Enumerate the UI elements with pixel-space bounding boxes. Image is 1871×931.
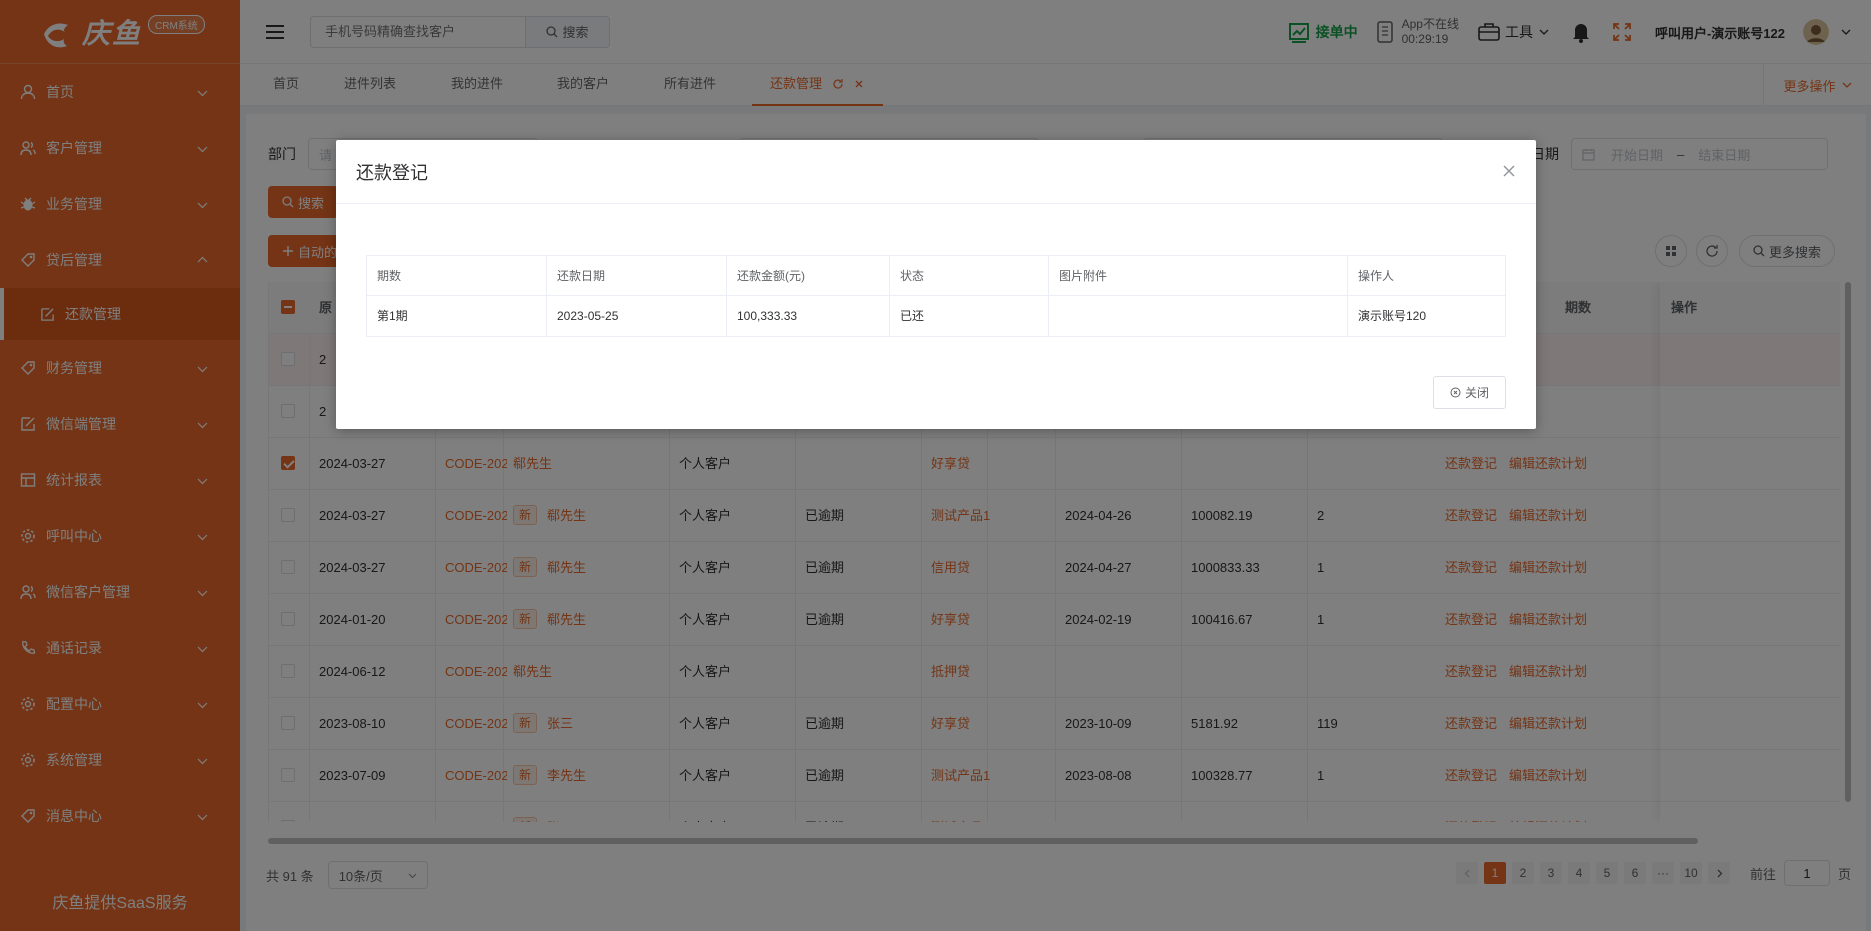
dialog-header: 还款登记 — [336, 140, 1536, 204]
dialog-cell: 第1期 — [367, 296, 547, 336]
dialog-table-header: 期数 还款日期 还款金额(元) 状态 图片附件 操作人 — [367, 256, 1505, 296]
dialog-column-header: 期数 — [367, 256, 547, 296]
circle-close-icon — [1450, 387, 1461, 398]
dialog-title: 还款登记 — [356, 162, 428, 183]
dialog-column-header: 操作人 — [1358, 269, 1395, 283]
dialog-column-header: 图片附件 — [1049, 256, 1348, 296]
dialog-close-button[interactable]: 关闭 — [1433, 376, 1506, 409]
dialog-cell: 100,333.33 — [727, 296, 890, 336]
dialog-table-row: 第1期 2023-05-25 100,333.33 已还 演示账号120 — [367, 296, 1505, 336]
repayment-record-table: 期数 还款日期 还款金额(元) 状态 图片附件 操作人 第1期 2023-05-25 100,3… — [366, 255, 1506, 337]
dialog-close-label: 关闭 — [1464, 386, 1489, 400]
dialog-cell: 已还 — [890, 296, 1049, 336]
dialog-cell: 演示账号120 — [1358, 309, 1427, 323]
dialog-column-header: 还款日期 — [547, 256, 727, 296]
close-icon[interactable] — [1502, 164, 1516, 178]
dialog-column-header: 状态 — [890, 256, 1049, 296]
dialog-column-header: 还款金额(元) — [727, 256, 890, 296]
dialog-cell — [1049, 296, 1348, 336]
dialog-cell: 2023-05-25 — [547, 296, 727, 336]
repayment-register-dialog: 还款登记 期数 还款日期 还款金额(元) 状态 图片附件 操作人 第1期 2023-05-25… — [336, 140, 1536, 429]
